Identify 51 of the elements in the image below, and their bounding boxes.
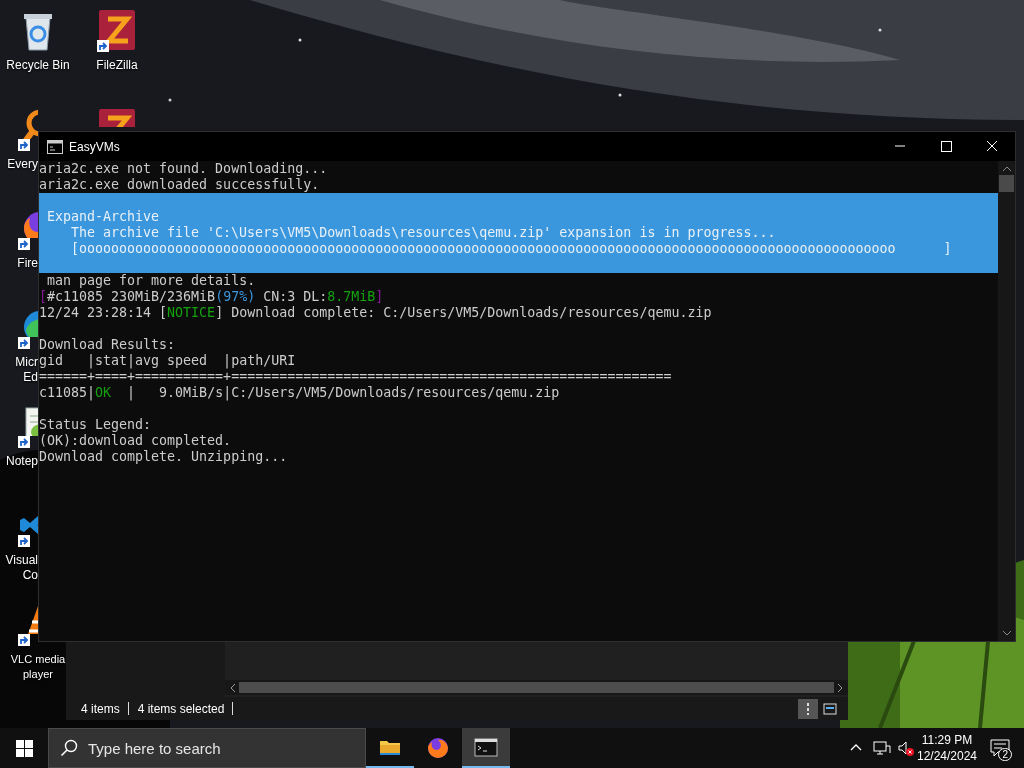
vertical-scrollbar[interactable] <box>998 161 1015 641</box>
windows-logo-icon[interactable] <box>15 739 33 757</box>
details-view-button[interactable] <box>798 698 818 719</box>
icon-label[interactable]: Every <box>0 157 38 172</box>
console-line: aria2c.exe not found. Downloading... <box>39 161 329 177</box>
chevron-left-icon[interactable] <box>229 682 237 693</box>
status-text: 4 items <box>81 701 121 716</box>
icon-label[interactable]: Visual Co <box>0 553 38 583</box>
zigzag-logo-icon[interactable] <box>97 8 137 52</box>
console-line: Status Legend: <box>39 417 153 433</box>
console-line: (OK):download completed. <box>39 433 233 449</box>
zigzag-logo-icon[interactable] <box>97 107 137 127</box>
horizontal-scrollbar[interactable] <box>225 680 848 695</box>
window-title: EasyVMs <box>69 139 120 154</box>
search-icon <box>60 739 78 757</box>
search-field[interactable]: Type here to search <box>48 728 366 768</box>
console-line: c11085|OK | 9.0MiB/s|C:/Users/VM5/Downloads/resources/qemu.zip <box>39 385 561 401</box>
status-text: 4 items selected <box>137 701 226 716</box>
chevron-down-icon[interactable] <box>1001 630 1012 637</box>
close-icon[interactable] <box>986 141 998 152</box>
icon-label[interactable]: Recycle Bin <box>6 58 70 73</box>
console-line: man page for more details. <box>46 273 257 289</box>
taskbar-button[interactable] <box>462 728 510 768</box>
speaker-muted-icon[interactable] <box>897 739 915 757</box>
progress-title: Expand-Archive <box>46 209 161 225</box>
maximize-icon[interactable] <box>940 141 952 152</box>
icon-label[interactable]: Fire <box>0 256 38 271</box>
clock-button[interactable]: 11:29 PM 12/24/2024 <box>918 728 976 768</box>
console-line: Download Results: <box>39 337 177 353</box>
icon-label[interactable]: Notep <box>0 454 38 469</box>
notification-button[interactable]: 2 <box>976 728 1024 768</box>
console-line: ======+====+===========+======================================================= <box>39 369 673 385</box>
icon-label[interactable]: VLC media player <box>10 652 66 682</box>
console-icon <box>47 139 63 154</box>
chevron-right-icon[interactable] <box>836 682 844 693</box>
console-line: 12/24 23:28:14 [NOTICE] Download complete: C:/Users/VM5/Downloads/resources/qemu.zip <box>39 305 713 321</box>
icon-label[interactable]: Micr Ed <box>0 355 38 385</box>
notification-badge: 2 <box>998 748 1012 761</box>
icon-label[interactable]: FileZilla <box>96 58 138 73</box>
globe-icon[interactable] <box>426 736 450 758</box>
progress-bar-text: [oooooooooooooooooooooooooooooooooooooooooooooooooooooooooooooooooooooooooooooooooooooooooooooooooooooo ] <box>70 241 953 257</box>
scrollbar-thumb[interactable] <box>999 175 1014 192</box>
terminal-icon[interactable] <box>474 736 498 758</box>
vertical-dots-icon[interactable] <box>804 701 812 716</box>
console-line: aria2c.exe downloaded successfully. <box>39 177 321 193</box>
speech-bubble-icon[interactable] <box>990 739 1010 757</box>
console-line: Download complete. Unzipping... <box>39 449 289 465</box>
console-line: gid |stat|avg speed |path/URI <box>39 353 297 369</box>
console-line: [#c11085 230MiB/236MiB(97%) CN:3 DL:8.7MiB] <box>39 289 385 305</box>
progress-message: The archive file 'C:\Users\VM5\Downloads\resources\qemu.zip' expansion is in progress... <box>70 225 777 241</box>
monitor-icon[interactable] <box>873 739 891 757</box>
